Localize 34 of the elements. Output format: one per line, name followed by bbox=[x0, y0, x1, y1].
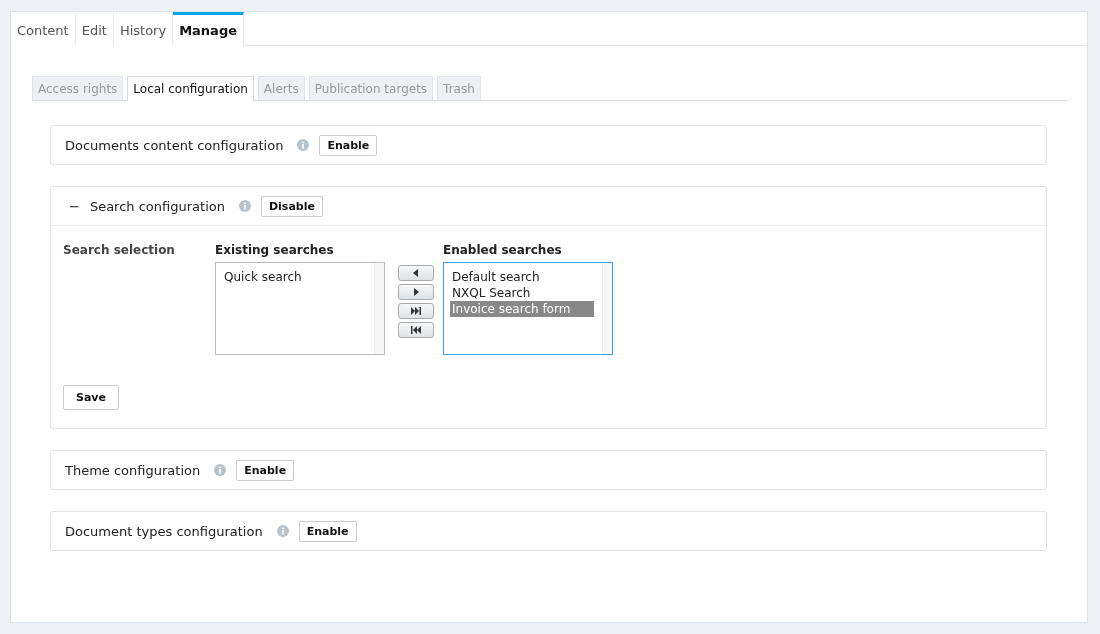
list-label: Existing searches bbox=[215, 243, 335, 257]
info-icon bbox=[276, 525, 289, 537]
panel-title: Theme configuration bbox=[65, 462, 201, 478]
info-icon bbox=[238, 200, 251, 212]
toggle-button[interactable]: Enable bbox=[319, 134, 378, 156]
sub-tab[interactable]: Local configuration bbox=[127, 76, 254, 101]
tab[interactable]: Content bbox=[11, 12, 76, 46]
tab[interactable]: History bbox=[113, 12, 174, 46]
toggle-button[interactable]: Enable bbox=[236, 459, 295, 481]
collapse-toggle[interactable]: − bbox=[69, 198, 80, 214]
search-listbox[interactable]: Default search NXQL Search Invoice search form bbox=[443, 262, 613, 355]
move-all-left-icon bbox=[410, 325, 422, 335]
move-all-right-icon bbox=[410, 306, 422, 316]
search-listbox[interactable]: Quick search bbox=[215, 262, 385, 355]
tab[interactable]: Manage bbox=[173, 12, 244, 46]
move-right-button[interactable] bbox=[398, 284, 434, 300]
list-label: Enabled searches bbox=[443, 243, 563, 257]
toggle-button[interactable]: Disable bbox=[260, 195, 323, 217]
move-all-right-button[interactable] bbox=[398, 303, 434, 319]
info-icon bbox=[297, 139, 310, 151]
tab[interactable]: Edit bbox=[75, 12, 114, 46]
panel-title: Search configuration bbox=[89, 198, 225, 214]
panel-title: Document types configuration bbox=[65, 523, 263, 539]
list-option[interactable]: NXQL Search bbox=[450, 285, 594, 301]
field-label: Search selection bbox=[63, 243, 176, 259]
toggle-button[interactable]: Enable bbox=[298, 520, 357, 542]
info-icon bbox=[214, 464, 227, 476]
panel-title: Documents content configuration bbox=[65, 137, 284, 153]
move-left-button[interactable] bbox=[398, 265, 434, 281]
save-button[interactable]: Save bbox=[63, 385, 119, 410]
list-option[interactable]: Quick search bbox=[222, 269, 366, 285]
list-option[interactable]: Default search bbox=[450, 269, 594, 285]
move-all-left-button[interactable] bbox=[398, 322, 434, 338]
list-option[interactable]: Invoice search form bbox=[450, 301, 594, 317]
